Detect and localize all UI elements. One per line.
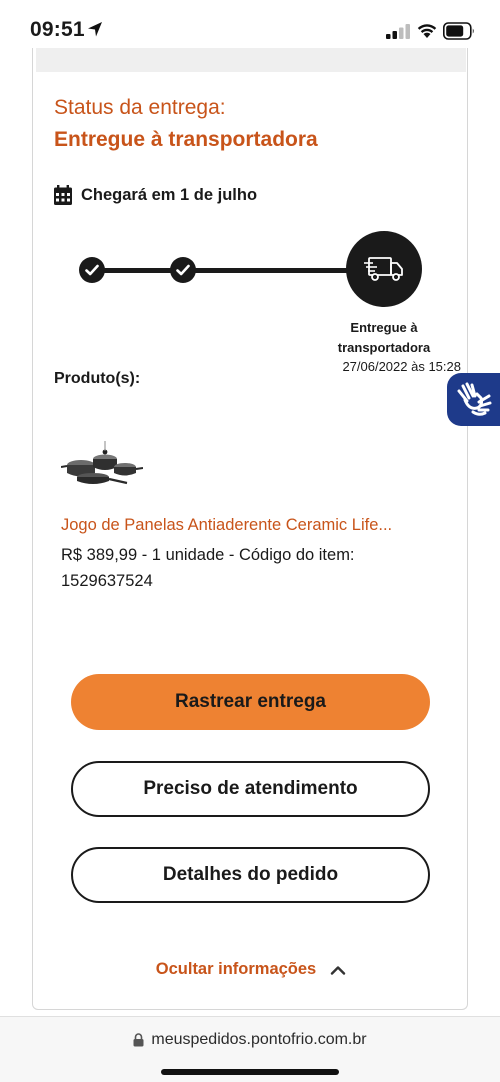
- delivery-eta: Chegará em 1 de julho: [54, 184, 257, 206]
- sign-language-icon: [457, 382, 491, 416]
- hide-info-label: Ocultar informações: [155, 960, 317, 978]
- sign-language-accessibility-button[interactable]: [447, 373, 500, 426]
- delivery-status-label: Status da entrega:: [54, 96, 226, 119]
- browser-address-bar[interactable]: meuspedidos.pontofrio.com.br: [0, 1016, 500, 1082]
- eta-text: Chegará em 1 de julho: [81, 185, 258, 204]
- product-name-link[interactable]: Jogo de Panelas Antiaderente Ceramic Lif…: [61, 516, 461, 535]
- step-completed-2: [170, 257, 196, 283]
- need-support-button[interactable]: Preciso de atendimento: [71, 761, 430, 817]
- current-step-label: Entregue à transportadora: [337, 320, 431, 355]
- product-image: [61, 441, 143, 485]
- calendar-icon: [54, 185, 72, 205]
- lock-icon: [133, 1033, 144, 1047]
- product-details: R$ 389,99 - 1 unidade - Código do item: …: [61, 546, 355, 590]
- step-current: [346, 231, 422, 307]
- tracking-progress-line: [91, 268, 381, 273]
- order-details-button[interactable]: Detalhes do pedido: [71, 847, 430, 903]
- hide-info-toggle[interactable]: Ocultar informações: [33, 960, 469, 979]
- truck-icon: [364, 257, 403, 281]
- products-heading: Produto(s):: [54, 370, 141, 387]
- card-top-bar: [36, 48, 466, 72]
- url-display[interactable]: meuspedidos.pontofrio.com.br: [0, 1031, 500, 1049]
- step-completed-1: [79, 257, 105, 283]
- signal-icon: [386, 24, 410, 39]
- url-text: meuspedidos.pontofrio.com.br: [151, 1031, 367, 1048]
- check-icon: [176, 264, 190, 276]
- check-icon: [85, 264, 99, 276]
- battery-icon: [443, 22, 474, 40]
- chevron-up-icon: [331, 965, 346, 975]
- wifi-icon: [417, 24, 437, 38]
- status-time: 09:51: [30, 18, 85, 41]
- track-delivery-button[interactable]: Rastrear entrega: [71, 674, 430, 730]
- home-indicator: [161, 1069, 339, 1075]
- order-card: Status da entrega: Entregue à transporta…: [32, 48, 468, 1010]
- location-arrow-icon: [88, 22, 102, 37]
- delivery-status-value: Entregue à transportadora: [54, 128, 318, 151]
- current-step-date: 27/06/2022 às 15:28: [342, 359, 461, 374]
